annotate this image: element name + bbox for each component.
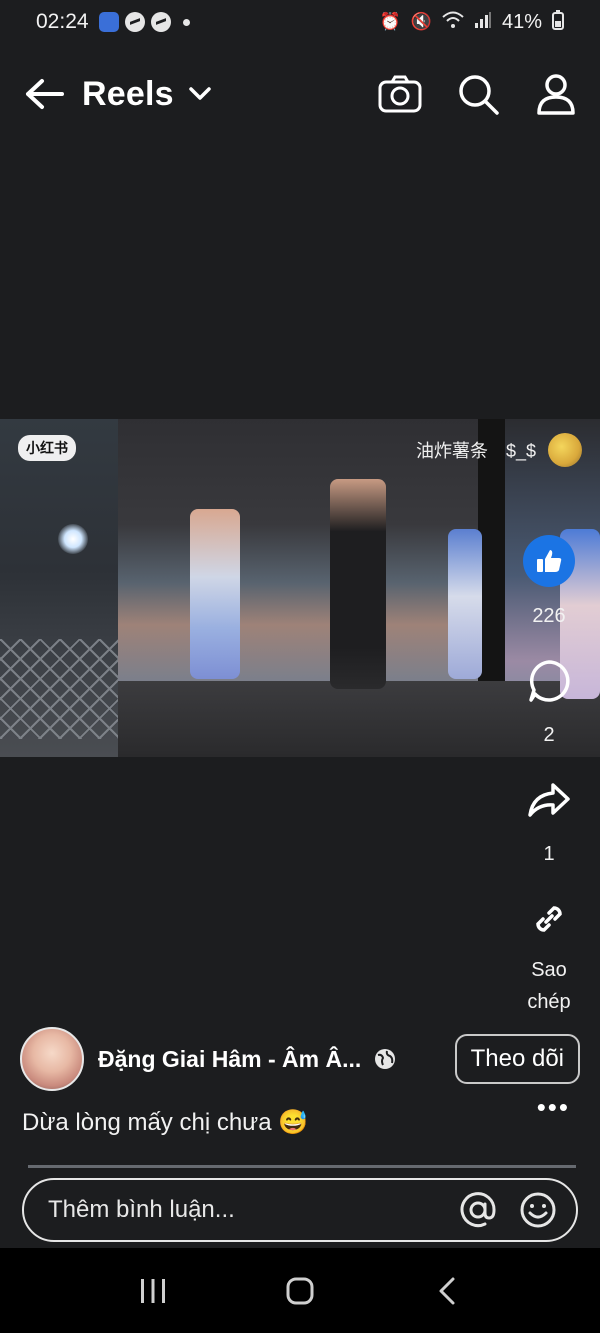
xiaohongshu-watermark: 小红书 (18, 435, 76, 461)
status-bar: 02:24 ⏰ 🔇 41% (0, 0, 600, 44)
reel-actions: 226 2 1 Sao chép (518, 535, 580, 1018)
top-bar: Reels (0, 52, 600, 136)
chevron-down-icon[interactable] (188, 81, 214, 107)
comment-icon[interactable] (524, 656, 574, 706)
app-notification-icon (98, 12, 119, 32)
like-count: 226 (532, 605, 566, 627)
comment-count: 2 (543, 724, 555, 746)
video-stage-light (58, 524, 88, 554)
comment-action[interactable]: 2 (524, 656, 574, 747)
video-dancer-2 (448, 529, 482, 679)
profile-icon[interactable] (532, 70, 580, 118)
alarm-icon: ⏰ (379, 12, 401, 31)
home-icon[interactable] (270, 1261, 330, 1321)
creator-watermark: 油炸薯条 $_$ (415, 441, 536, 461)
at-icon[interactable] (458, 1190, 498, 1230)
avatar[interactable] (20, 1027, 84, 1091)
post-caption: Dừa lòng mấy chị chưa 😅 (22, 1109, 309, 1136)
back-icon[interactable] (417, 1261, 477, 1321)
video-dancer (190, 509, 240, 679)
divider (28, 1165, 576, 1168)
share-action[interactable]: 1 (524, 775, 574, 866)
system-nav-bar (0, 1248, 600, 1333)
status-time: 02:24 (36, 10, 89, 33)
recent-apps-icon[interactable] (123, 1261, 183, 1321)
video-performer (330, 479, 386, 689)
copy-link-action[interactable]: Sao chép (518, 894, 580, 1018)
creator-watermark-avatar (548, 433, 582, 467)
globe-icon (373, 1047, 397, 1071)
thumbs-up-icon[interactable] (523, 535, 575, 587)
comment-placeholder[interactable]: Thêm bình luận... (48, 1196, 235, 1224)
notification-icons (98, 12, 190, 32)
emoji-icon[interactable] (518, 1190, 558, 1230)
author-name[interactable]: Đặng Giai Hâm - Âm Â... (98, 1046, 361, 1073)
more-icon[interactable]: ••• (537, 1094, 570, 1120)
system-icons: ⏰ 🔇 41% (379, 9, 564, 35)
copy-link-label: Sao chép (527, 959, 571, 1013)
author-row: Đặng Giai Hâm - Âm Â... Theo dõi (20, 1026, 580, 1092)
like-action[interactable]: 226 (523, 535, 575, 628)
mute-icon: 🔇 (410, 12, 432, 31)
share-count: 1 (543, 843, 555, 865)
follow-button[interactable]: Theo dõi (454, 1034, 580, 1084)
link-icon[interactable] (524, 894, 574, 944)
video-truss (0, 639, 120, 739)
share-icon[interactable] (524, 775, 574, 825)
search-icon[interactable] (454, 70, 502, 118)
battery-level: 41% (501, 10, 542, 33)
signal-icon (474, 11, 492, 34)
messenger-icon (124, 12, 145, 32)
comment-input[interactable]: Thêm bình luận... (22, 1178, 578, 1242)
camera-icon[interactable] (376, 70, 424, 118)
page-title[interactable]: Reels (82, 75, 174, 114)
more-notifications-dot-icon (182, 18, 190, 26)
messenger-icon-2 (150, 12, 171, 32)
back-arrow-icon[interactable] (20, 70, 68, 118)
reel-video[interactable]: 小红书 油炸薯条 $_$ (0, 419, 600, 757)
wifi-icon (442, 11, 464, 34)
battery-icon (552, 9, 564, 35)
